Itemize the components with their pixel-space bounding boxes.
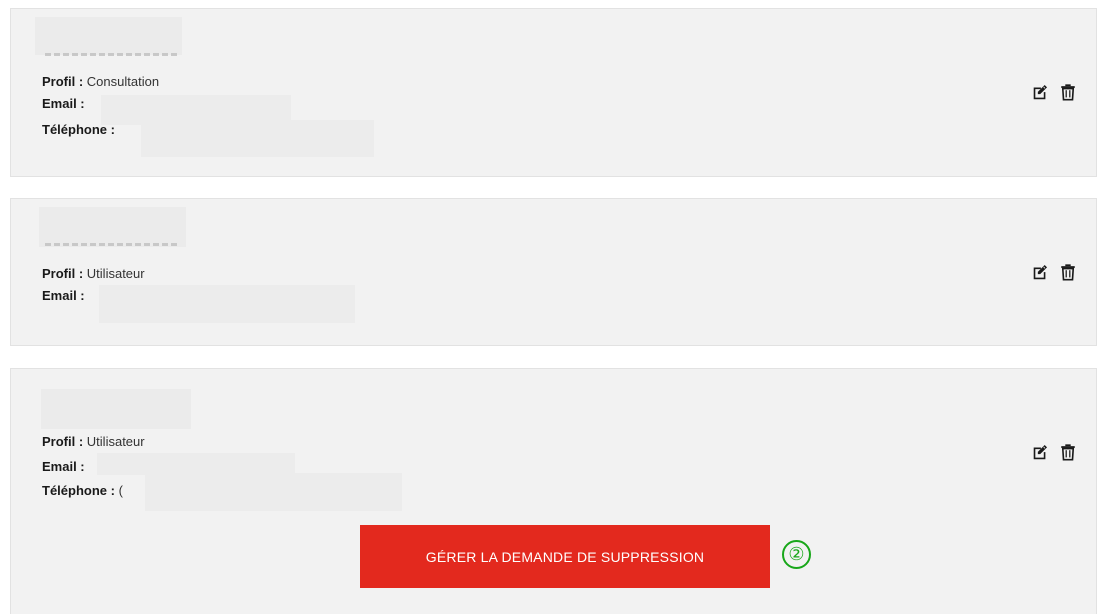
phone-value: ( bbox=[118, 483, 123, 498]
email-label: Email : bbox=[42, 288, 85, 303]
email-field: Email : bbox=[42, 458, 85, 476]
card-actions bbox=[1030, 442, 1078, 462]
edit-icon[interactable] bbox=[1030, 442, 1050, 462]
trash-icon[interactable] bbox=[1058, 262, 1078, 282]
email-field: Email : bbox=[42, 287, 85, 305]
card-actions bbox=[1030, 262, 1078, 282]
profile-value: Consultation bbox=[86, 74, 160, 89]
phone-label: Téléphone : bbox=[42, 483, 115, 498]
profile-label: Profil : bbox=[42, 74, 84, 89]
manage-deletion-request-button[interactable]: GÉRER LA DEMANDE DE SUPPRESSION bbox=[360, 525, 770, 588]
redacted-email bbox=[97, 453, 295, 475]
edit-icon[interactable] bbox=[1030, 82, 1050, 102]
user-card: Profil : Utilisateur Email : Téléphone :… bbox=[10, 368, 1097, 614]
email-label: Email : bbox=[42, 459, 85, 474]
redacted-name-shadow bbox=[45, 53, 180, 56]
trash-icon[interactable] bbox=[1058, 82, 1078, 102]
card-actions bbox=[1030, 82, 1078, 102]
profile-value: Utilisateur bbox=[86, 266, 145, 281]
phone-field: Téléphone : bbox=[42, 121, 115, 139]
profile-label: Profil : bbox=[42, 266, 84, 281]
trash-icon[interactable] bbox=[1058, 442, 1078, 462]
profile-field: Profil : Utilisateur bbox=[42, 265, 145, 283]
redacted-name bbox=[35, 17, 182, 55]
phone-label: Téléphone : bbox=[42, 122, 115, 137]
profile-field: Profil : Consultation bbox=[42, 73, 159, 91]
profile-value: Utilisateur bbox=[86, 434, 145, 449]
redacted-name bbox=[41, 389, 191, 429]
redacted-name bbox=[39, 207, 186, 247]
edit-icon[interactable] bbox=[1030, 262, 1050, 282]
redacted-phone bbox=[141, 120, 374, 157]
user-card: Profil : Consultation Email : Téléphone … bbox=[10, 8, 1097, 177]
email-field: Email : bbox=[42, 95, 85, 113]
redacted-email bbox=[99, 285, 355, 323]
profile-field: Profil : Utilisateur bbox=[42, 433, 145, 451]
step-marker: ② bbox=[782, 540, 811, 569]
phone-field: Téléphone : ( bbox=[42, 482, 123, 500]
email-label: Email : bbox=[42, 96, 85, 111]
redacted-phone bbox=[145, 473, 402, 511]
user-card: Profil : Utilisateur Email : bbox=[10, 198, 1097, 346]
redacted-name-shadow bbox=[45, 243, 180, 246]
profile-label: Profil : bbox=[42, 434, 84, 449]
